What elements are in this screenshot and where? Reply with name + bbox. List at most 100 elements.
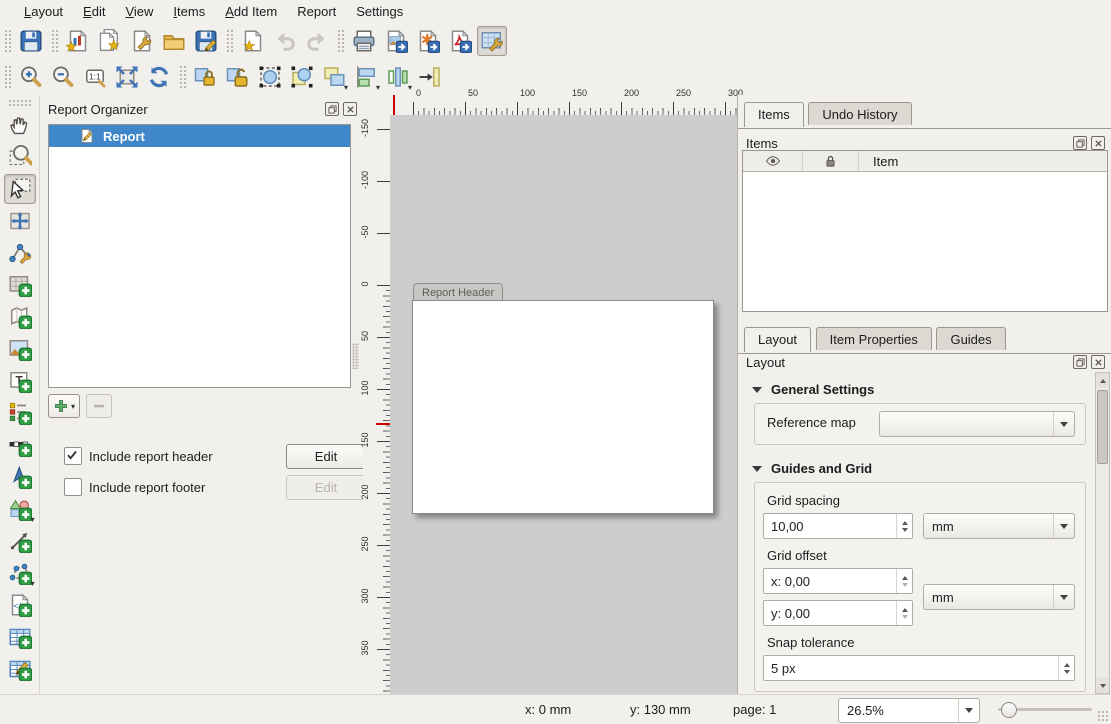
menu-items[interactable]: Items	[163, 2, 215, 21]
spinner-arrows[interactable]	[1058, 656, 1074, 680]
lock-column-header[interactable]	[803, 151, 859, 171]
group-items-button[interactable]	[255, 62, 285, 92]
include-footer-checkbox[interactable]	[64, 478, 82, 496]
add-arrow-button[interactable]	[4, 526, 36, 556]
duplicate-layout-button[interactable]	[95, 26, 125, 56]
menu-report[interactable]: Report	[287, 2, 346, 21]
add-node-item-button[interactable]: ▾	[4, 558, 36, 588]
spinner-arrows[interactable]	[896, 514, 912, 538]
edit-header-button[interactable]: Edit	[286, 444, 366, 469]
add-section-button[interactable]: ▾	[48, 394, 80, 418]
distribute-items-button[interactable]: ▾	[383, 62, 413, 92]
report-page[interactable]	[412, 300, 714, 514]
tab-layout[interactable]: Layout	[744, 327, 811, 352]
grid-spacing-input[interactable]: 10,00	[763, 513, 913, 539]
guides-and-grid-section[interactable]: Guides and Grid	[752, 461, 1094, 476]
menu-settings[interactable]: Settings	[346, 2, 413, 21]
report-settings-button[interactable]	[477, 26, 507, 56]
pan-layout-button[interactable]	[4, 110, 36, 140]
splitter-handle[interactable]	[352, 343, 359, 369]
edit-nodes-item-button[interactable]	[4, 238, 36, 268]
reference-map-select[interactable]	[879, 411, 1075, 437]
zoom-slider-handle[interactable]	[1001, 702, 1017, 718]
close-panel-button[interactable]	[1091, 136, 1105, 150]
tree-item-report[interactable]: Report	[49, 125, 350, 147]
scrollbar-thumb[interactable]	[1097, 390, 1108, 464]
refresh-button[interactable]	[144, 62, 174, 92]
grid-offset-x-input[interactable]: x: 0,00	[763, 568, 913, 594]
zoom-in-button[interactable]	[16, 62, 46, 92]
new-page-button[interactable]	[238, 26, 268, 56]
raise-items-button[interactable]: ▾	[319, 62, 349, 92]
grid-offset-y-input[interactable]: y: 0,00	[763, 600, 913, 626]
add-3d-map-button[interactable]	[4, 302, 36, 332]
scroll-down-button[interactable]	[1096, 678, 1109, 693]
remove-section-button[interactable]	[86, 394, 112, 418]
export-image-button[interactable]	[381, 26, 411, 56]
tab-guides[interactable]: Guides	[936, 327, 1005, 350]
toolbar-grip[interactable]	[51, 29, 59, 53]
spinner-arrows[interactable]	[896, 601, 912, 625]
add-fixed-table-button[interactable]	[4, 654, 36, 684]
zoom-tool-button[interactable]	[4, 142, 36, 172]
print-button[interactable]	[349, 26, 379, 56]
layout-properties-button[interactable]	[127, 26, 157, 56]
export-svg-button[interactable]	[413, 26, 443, 56]
tab-item-properties[interactable]: Item Properties	[816, 327, 932, 350]
undo-button[interactable]	[270, 26, 300, 56]
add-html-button[interactable]: </>	[4, 590, 36, 620]
toolbar-grip[interactable]	[4, 65, 12, 89]
close-panel-button[interactable]	[343, 102, 357, 116]
move-item-content-button[interactable]	[4, 206, 36, 236]
toolbar-grip[interactable]	[8, 99, 32, 107]
select-move-item-button[interactable]	[4, 174, 36, 204]
ungroup-items-button[interactable]	[287, 62, 317, 92]
float-panel-button[interactable]	[1073, 136, 1087, 150]
menu-layout[interactable]: Layout	[14, 2, 73, 21]
new-layout-button[interactable]	[63, 26, 93, 56]
add-north-arrow-button[interactable]	[4, 462, 36, 492]
report-header-tab[interactable]: Report Header	[413, 283, 503, 301]
unlock-items-button[interactable]	[223, 62, 253, 92]
export-pdf-button[interactable]	[445, 26, 475, 56]
zoom-level-select[interactable]: 26.5%	[838, 698, 980, 723]
add-label-button[interactable]: T	[4, 366, 36, 396]
layout-panel-scrollbar[interactable]	[1095, 372, 1110, 694]
zoom-actual-button[interactable]: 1:1	[80, 62, 110, 92]
add-items-from-template-button[interactable]	[159, 26, 189, 56]
add-scalebar-button[interactable]	[4, 430, 36, 460]
snap-tolerance-input[interactable]: 5 px	[763, 655, 1075, 681]
toolbar-grip[interactable]	[337, 29, 345, 53]
menu-view[interactable]: View	[115, 2, 163, 21]
add-map-button[interactable]	[4, 270, 36, 300]
add-attribute-table-button[interactable]	[4, 622, 36, 652]
float-panel-button[interactable]	[325, 102, 339, 116]
redo-button[interactable]	[302, 26, 332, 56]
lock-items-button[interactable]	[191, 62, 221, 92]
general-settings-section[interactable]: General Settings	[752, 382, 1094, 397]
zoom-out-button[interactable]	[48, 62, 78, 92]
toolbar-grip[interactable]	[179, 65, 187, 89]
tab-items[interactable]: Items	[744, 102, 804, 127]
spinner-arrows[interactable]	[896, 569, 912, 593]
close-panel-button[interactable]	[1091, 355, 1105, 369]
zoom-slider[interactable]	[998, 708, 1092, 711]
add-shape-button[interactable]: ▾	[4, 494, 36, 524]
toolbar-grip[interactable]	[4, 29, 12, 53]
zoom-full-button[interactable]	[112, 62, 142, 92]
item-column-header[interactable]: Item	[859, 151, 1107, 171]
menu-edit[interactable]: Edit	[73, 2, 115, 21]
toolbar-grip[interactable]	[226, 29, 234, 53]
menu-add-item[interactable]: Add Item	[215, 2, 287, 21]
add-legend-button[interactable]	[4, 398, 36, 428]
include-header-checkbox[interactable]	[64, 447, 82, 465]
tab-undo-history[interactable]: Undo History	[808, 102, 911, 125]
window-resize-grip[interactable]	[1097, 710, 1109, 722]
scroll-up-button[interactable]	[1096, 373, 1109, 388]
save-project-button[interactable]	[16, 26, 46, 56]
visibility-column-header[interactable]	[743, 151, 803, 171]
layout-canvas[interactable]: Report Header	[390, 115, 737, 695]
save-as-template-button[interactable]	[191, 26, 221, 56]
float-panel-button[interactable]	[1073, 355, 1087, 369]
align-items-button[interactable]: ▾	[351, 62, 381, 92]
